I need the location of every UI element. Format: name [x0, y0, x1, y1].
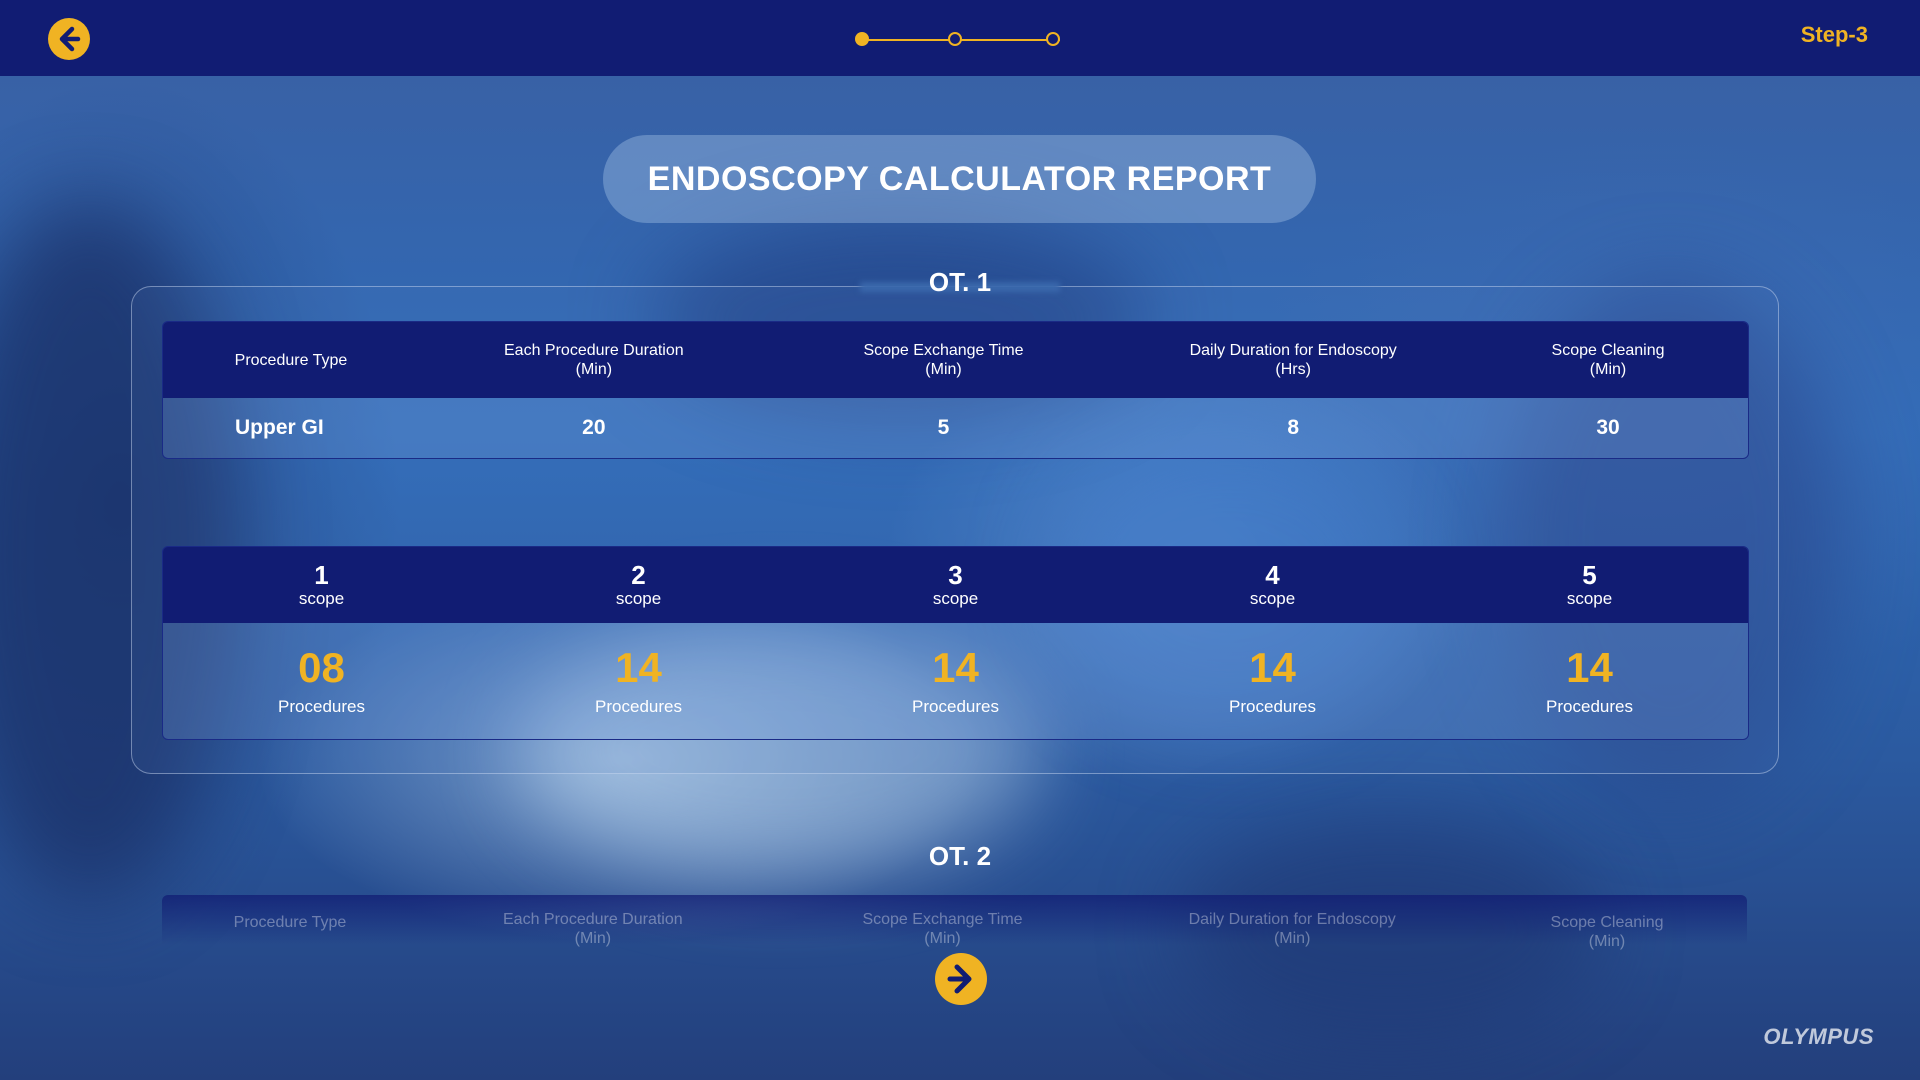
val-procedure-type: Upper GI: [235, 416, 324, 439]
procedures-cell-5: 14 Procedures: [1546, 644, 1633, 717]
scope-header-row: 1 scope 2 scope 3 scope 4 scope 5 scope: [163, 547, 1748, 623]
val-scope-cleaning: 30: [1596, 416, 1620, 439]
top-bar: Step-3: [0, 0, 1920, 76]
procedures-cell-1: 08 Procedures: [278, 644, 365, 717]
col-scope-cleaning: Scope Cleaning (Min): [1551, 342, 1665, 378]
ot1-input-header: Procedure Type Each Procedure Duration (M…: [163, 322, 1748, 398]
col-procedure-type: Procedure Type: [234, 351, 348, 369]
step-label: Step-3: [1800, 22, 1868, 47]
arrow-left-circle-icon: [59, 26, 81, 52]
scope-col-4: 4 scope: [1249, 560, 1296, 608]
ot2-col-daily-duration: Daily Duration for Endoscopy (Min): [1188, 911, 1396, 947]
ot2-col-procedure-type: Procedure Type: [233, 914, 347, 931]
step-progress: [855, 30, 1067, 50]
ot1-title: OT. 1: [928, 267, 992, 297]
ot1-input-table: Procedure Type Each Procedure Duration (M…: [162, 321, 1749, 459]
ot2-col-scope-cleaning: Scope Cleaning (Min): [1550, 914, 1664, 950]
val-scope-exchange: 5: [937, 416, 950, 439]
next-button[interactable]: [935, 953, 987, 1005]
ot1-scope-table: 1 scope 2 scope 3 scope 4 scope 5 scope 08 Pro…: [162, 546, 1749, 740]
col-daily-duration: Daily Duration for Endoscopy (Hrs): [1189, 342, 1397, 378]
val-daily-duration: 8: [1287, 416, 1300, 439]
ot2-title: OT. 2: [928, 841, 992, 871]
scope-col-1: 1 scope: [298, 560, 345, 608]
scope-col-5: 5 scope: [1566, 560, 1613, 608]
arrow-right-circle-icon: [947, 964, 972, 994]
ot1-input-row: Upper GI 20 5 8 30: [163, 398, 1748, 458]
val-procedure-duration: 20: [582, 416, 606, 439]
progress-dot-2: [948, 32, 962, 46]
procedures-cell-3: 14 Procedures: [912, 644, 999, 717]
procedures-row: 08 Procedures 14 Procedures 14 Procedures 1…: [163, 623, 1748, 739]
progress-dot-1: [855, 32, 869, 46]
scope-col-3: 3 scope: [932, 560, 979, 608]
ot2-input-header-faded: Procedure Type Each Procedure Duration (M…: [162, 895, 1747, 950]
ot2-col-procedure-duration: Each Procedure Duration (Min): [503, 911, 683, 947]
ot2-col-scope-exchange: Scope Exchange Time (Min): [862, 911, 1023, 947]
olympus-logo: OLYMPUS: [1763, 1024, 1874, 1049]
col-procedure-duration: Each Procedure Duration (Min): [504, 342, 684, 378]
report-title: ENDOSCOPY CALCULATOR REPORT: [603, 135, 1316, 223]
col-scope-exchange: Scope Exchange Time (Min): [863, 342, 1024, 378]
back-button[interactable]: [48, 18, 90, 60]
procedures-cell-2: 14 Procedures: [595, 644, 682, 717]
procedures-cell-4: 14 Procedures: [1229, 644, 1316, 717]
scope-col-2: 2 scope: [615, 560, 662, 608]
progress-dot-3: [1046, 32, 1060, 46]
